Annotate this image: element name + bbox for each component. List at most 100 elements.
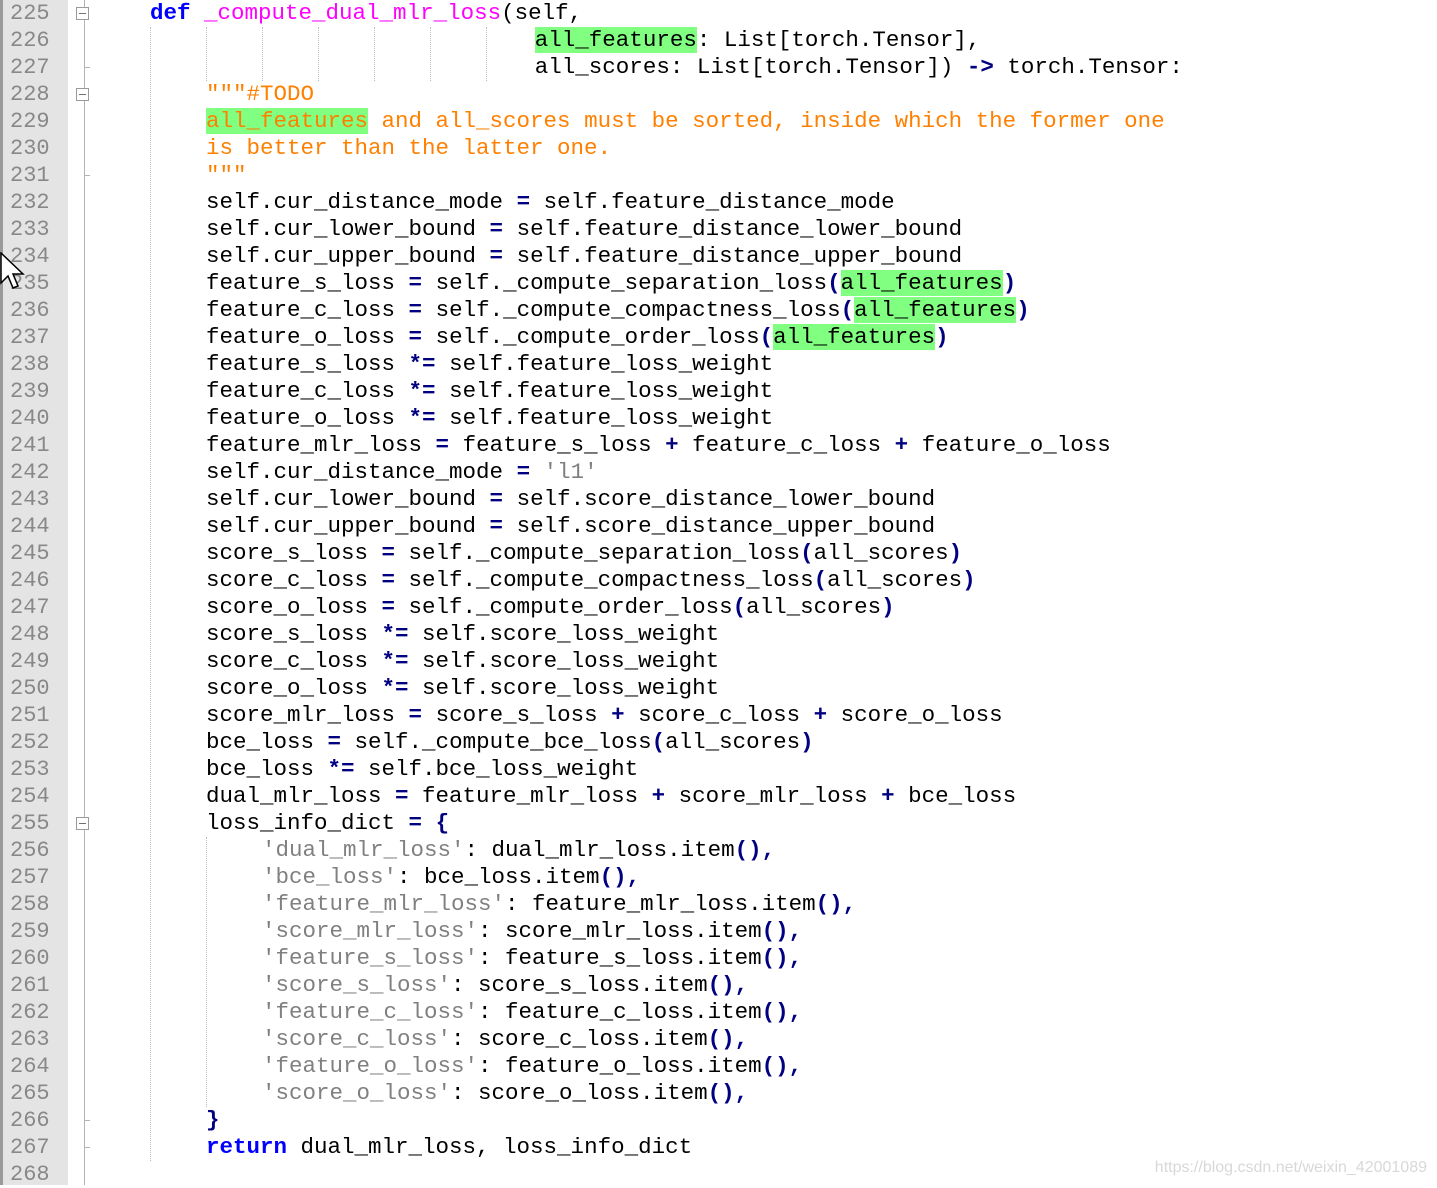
code-line[interactable]: feature_s_loss *= self.feature_loss_weig…: [206, 351, 773, 378]
code-line[interactable]: def _compute_dual_mlr_loss(self,: [150, 0, 582, 27]
code-line[interactable]: score_s_loss = self._compute_separation_…: [206, 540, 962, 567]
code-token: _compute_dual_mlr_loss: [204, 0, 502, 26]
code-line[interactable]: 'feature_o_loss': feature_o_loss.item(),: [262, 1053, 802, 1080]
indent-guide: [206, 27, 207, 81]
code-line[interactable]: 'score_c_loss': score_c_loss.item(),: [262, 1026, 748, 1053]
code-line[interactable]: self.cur_distance_mode = 'l1': [206, 459, 598, 486]
code-token: feature_c_loss: [206, 378, 409, 404]
code-token: 'feature_s_loss': [262, 945, 479, 971]
code-line[interactable]: self.cur_lower_bound = self.feature_dist…: [206, 216, 962, 243]
fold-toggle-icon[interactable]: [76, 7, 89, 20]
code-line[interactable]: feature_o_loss = self._compute_order_los…: [206, 324, 949, 351]
code-token: bce_loss: [894, 783, 1017, 809]
code-line[interactable]: 'feature_c_loss': feature_c_loss.item(),: [262, 999, 802, 1026]
line-number: 249: [10, 649, 50, 674]
fold-margin[interactable]: [68, 0, 96, 1185]
line-number: 246: [10, 568, 50, 593]
code-token: : feature_s_loss.item: [478, 945, 762, 971]
code-token: *=: [381, 648, 409, 674]
code-line[interactable]: self.cur_upper_bound = self.feature_dist…: [206, 243, 962, 270]
code-line[interactable]: }: [206, 1107, 220, 1134]
line-number: 254: [10, 784, 50, 809]
line-number: 262: [10, 1000, 50, 1025]
code-token: (),: [761, 1053, 803, 1079]
code-token: ): [881, 594, 895, 620]
line-number: 237: [10, 325, 50, 350]
line-number: 240: [10, 406, 50, 431]
code-token: score_o_loss: [827, 702, 1003, 728]
code-token: self.cur_upper_bound: [206, 243, 490, 269]
line-number: 243: [10, 487, 50, 512]
code-token: self._compute_order_loss: [422, 324, 760, 350]
code-line[interactable]: 'feature_mlr_loss': feature_mlr_loss.ite…: [262, 891, 856, 918]
line-number: 260: [10, 946, 50, 971]
code-line[interactable]: feature_o_loss *= self.feature_loss_weig…: [206, 405, 773, 432]
code-line[interactable]: bce_loss *= self.bce_loss_weight: [206, 756, 638, 783]
code-token: all_features: [534, 27, 697, 53]
code-line[interactable]: 'score_o_loss': score_o_loss.item(),: [262, 1080, 748, 1107]
code-line[interactable]: return dual_mlr_loss, loss_info_dict: [206, 1134, 692, 1161]
code-line[interactable]: feature_c_loss = self._compute_compactne…: [206, 297, 1030, 324]
code-token: score_s_loss: [206, 621, 382, 647]
code-token: (),: [815, 891, 857, 917]
fold-end-marker: [84, 1120, 90, 1121]
code-line[interactable]: all_features and all_scores must be sort…: [206, 108, 1165, 135]
code-token: *=: [408, 351, 436, 377]
code-line[interactable]: feature_c_loss *= self.feature_loss_weig…: [206, 378, 773, 405]
code-line[interactable]: feature_s_loss = self._compute_separatio…: [206, 270, 1016, 297]
code-token: ): [962, 567, 976, 593]
code-token: def: [150, 0, 191, 26]
code-token: (: [732, 594, 747, 620]
code-token: bce_loss: [206, 756, 328, 782]
code-line[interactable]: dual_mlr_loss = feature_mlr_loss + score…: [206, 783, 1016, 810]
code-line[interactable]: all_scores: List[torch.Tensor]) -> torch…: [535, 54, 1183, 81]
code-token: feature_c_loss: [678, 432, 895, 458]
line-number: 257: [10, 865, 50, 890]
code-line[interactable]: """#TODO: [206, 81, 314, 108]
code-token: all_scores: List[torch.Tensor]): [534, 54, 967, 80]
code-token: dual_mlr_loss: [206, 783, 396, 809]
code-line[interactable]: self.cur_distance_mode = self.feature_di…: [206, 189, 895, 216]
code-line[interactable]: score_c_loss *= self.score_loss_weight: [206, 648, 719, 675]
code-token: ->: [966, 54, 994, 80]
code-line[interactable]: 'bce_loss': bce_loss.item(),: [262, 864, 640, 891]
code-line[interactable]: is better than the latter one.: [206, 135, 611, 162]
code-line[interactable]: score_o_loss = self._compute_order_loss(…: [206, 594, 895, 621]
code-token: 'feature_mlr_loss': [262, 891, 506, 917]
code-line[interactable]: score_o_loss *= self.score_loss_weight: [206, 675, 719, 702]
fold-line: [84, 0, 85, 1185]
code-token: *=: [381, 621, 409, 647]
code-line[interactable]: 'score_mlr_loss': score_mlr_loss.item(),: [262, 918, 802, 945]
code-line[interactable]: 'score_s_loss': score_s_loss.item(),: [262, 972, 748, 999]
code-line[interactable]: score_mlr_loss = score_s_loss + score_c_…: [206, 702, 1003, 729]
line-number: 252: [10, 730, 50, 755]
line-number: 242: [10, 460, 50, 485]
code-token: """#TODO: [206, 81, 315, 107]
line-number: 233: [10, 217, 50, 242]
code-token: 'score_o_loss': [262, 1080, 452, 1106]
code-token: feature_o_loss: [206, 405, 409, 431]
code-line[interactable]: """: [206, 162, 247, 189]
fold-toggle-icon[interactable]: [76, 817, 89, 830]
code-token: (: [840, 297, 855, 323]
code-line[interactable]: score_s_loss *= self.score_loss_weight: [206, 621, 719, 648]
code-token: =: [381, 540, 396, 566]
code-line[interactable]: 'dual_mlr_loss': dual_mlr_loss.item(),: [262, 837, 775, 864]
line-number: 266: [10, 1108, 50, 1133]
line-number: 232: [10, 190, 50, 215]
code-line[interactable]: score_c_loss = self._compute_compactness…: [206, 567, 976, 594]
code-token: *=: [381, 675, 409, 701]
code-token: all_features: [206, 108, 369, 134]
code-line[interactable]: self.cur_upper_bound = self.score_distan…: [206, 513, 935, 540]
indent-guide: [262, 27, 263, 81]
code-token: self.cur_upper_bound: [206, 513, 490, 539]
code-line[interactable]: loss_info_dict = {: [206, 810, 449, 837]
code-line[interactable]: bce_loss = self._compute_bce_loss(all_sc…: [206, 729, 814, 756]
code-token: self._compute_compactness_loss: [395, 567, 814, 593]
code-line[interactable]: 'feature_s_loss': feature_s_loss.item(),: [262, 945, 802, 972]
code-line[interactable]: self.cur_lower_bound = self.score_distan…: [206, 486, 935, 513]
code-line[interactable]: feature_mlr_loss = feature_s_loss + feat…: [206, 432, 1111, 459]
fold-toggle-icon[interactable]: [76, 88, 89, 101]
code-line[interactable]: all_features: List[torch.Tensor],: [534, 27, 980, 54]
